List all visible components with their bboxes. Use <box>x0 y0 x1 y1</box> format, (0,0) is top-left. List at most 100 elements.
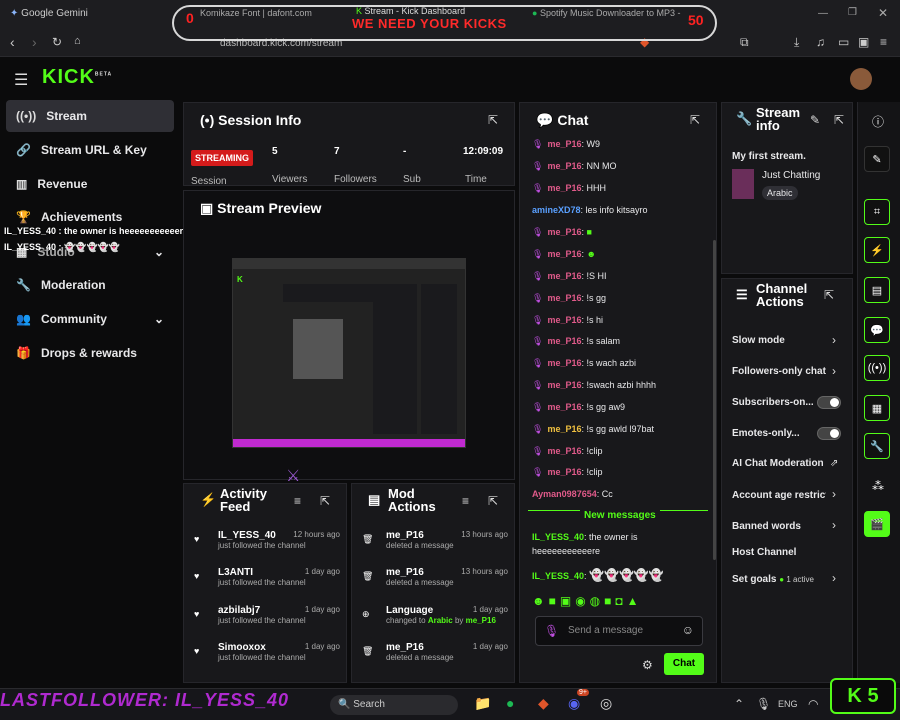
spotify-icon[interactable]: ● <box>506 695 514 711</box>
back-icon[interactable]: ‹ <box>10 34 15 50</box>
taskbar-search[interactable]: 🔍 Search <box>330 695 458 715</box>
sidebar-item-community[interactable]: 👥 Community ⌄ <box>6 303 174 335</box>
extensions-icon[interactable]: ⧉ <box>740 35 749 50</box>
mod-action-item[interactable]: ⊕ Language changed to Arabic by me_P16 1 da… <box>362 605 508 625</box>
kick-logo[interactable]: KICKBETA <box>42 66 112 89</box>
music-icon[interactable]: ♫ <box>816 35 825 49</box>
popout-icon[interactable]: ⇱ <box>488 494 498 508</box>
rail-button-capture[interactable]: ⌗ <box>864 199 890 225</box>
chat-message[interactable]: 🎙 me_P16: !s gg <box>532 293 606 304</box>
info-icon[interactable]: ⓘ <box>872 113 884 130</box>
subscribers-only-toggle[interactable] <box>817 396 841 409</box>
chat-input[interactable]: 🎙 Send a message ☺ <box>535 616 703 646</box>
chat-message[interactable]: 🎙 me_P16: !s wach azbi <box>532 358 636 369</box>
chat-scrollbar[interactable] <box>713 240 716 560</box>
reload-icon[interactable]: ↻ <box>52 35 62 49</box>
chat-message[interactable]: 🎙 me_P16: !s salam <box>532 336 620 347</box>
nodes-icon[interactable]: ⁂ <box>872 479 884 493</box>
language-indicator[interactable]: ENG <box>778 699 798 709</box>
download-icon[interactable]: ⤓ <box>794 35 799 50</box>
tray-chevron-icon[interactable]: ⌃ <box>734 697 744 711</box>
chat-message[interactable]: 🎙 me_P16: !clip <box>532 467 602 478</box>
host-channel-item[interactable]: Host Channel <box>732 547 842 558</box>
followers-only-item[interactable]: Followers-only chat <box>732 366 826 377</box>
wifi-icon[interactable]: ◠ <box>808 697 818 711</box>
rail-button-document[interactable]: ▤ <box>864 277 890 303</box>
chevron-right-icon[interactable]: › <box>832 518 836 532</box>
emoji-icon[interactable]: ☺ <box>682 623 694 637</box>
activity-item[interactable]: ♥ L3ANTI just followed the channel 1 day ag… <box>194 567 340 587</box>
obs-icon[interactable]: ◎ <box>600 695 612 712</box>
minimize-button[interactable]: — <box>818 8 828 19</box>
discord-icon[interactable]: ◉ <box>568 695 580 712</box>
chat-message[interactable]: 🎙 me_P16: W9 <box>532 139 600 150</box>
rail-button-wrench[interactable]: 🔧 <box>864 433 890 459</box>
sidebar-toggle-icon[interactable]: ▭ <box>838 35 849 49</box>
chat-message[interactable]: 🎙 me_P16: NN MO <box>532 161 616 172</box>
sidebar-item-moderation[interactable]: 🔧 Moderation <box>6 269 174 301</box>
chat-message[interactable]: 🎙 me_P16: HHH <box>532 183 606 194</box>
chat-message[interactable]: IL_YESS_40: 👻👻👻👻👻 <box>532 568 664 582</box>
filter-icon[interactable]: ≡ <box>462 494 469 508</box>
forward-icon[interactable]: › <box>32 34 37 50</box>
chevron-right-icon[interactable]: › <box>832 364 836 378</box>
chat-message[interactable]: 🎙 me_P16: !clip <box>532 446 602 457</box>
chat-message[interactable]: 🎙 me_P16: !swach azbi hhhh <box>532 380 656 391</box>
rail-button-stream[interactable]: ((•)) <box>864 355 890 381</box>
popout-icon[interactable]: ⇱ <box>824 288 834 302</box>
edit-rail-button[interactable]: ✎ <box>864 146 890 172</box>
popout-icon[interactable]: ⇱ <box>488 113 498 127</box>
chat-message[interactable]: IL_YESS_40: the owner is <box>532 532 638 542</box>
popout-icon[interactable]: ⇱ <box>320 494 330 508</box>
emotes-only-toggle[interactable] <box>817 427 841 440</box>
sidebar-item-stream[interactable]: ((•)) Stream <box>6 100 174 132</box>
chevron-right-icon[interactable]: › <box>832 487 836 501</box>
chevron-right-icon[interactable]: › <box>832 333 836 347</box>
popout-icon[interactable]: ⇱ <box>690 113 700 127</box>
gear-icon[interactable]: ⚙ <box>642 658 653 672</box>
chat-message[interactable]: Ayman0987654: Cc <box>532 489 613 499</box>
edit-icon[interactable]: ✎ <box>810 113 820 127</box>
folder-icon[interactable]: 📁 <box>474 695 491 712</box>
mic-icon[interactable]: 🎙 <box>756 697 771 711</box>
slow-mode-item[interactable]: Slow mode <box>732 335 842 346</box>
popout-icon[interactable]: ⇱ <box>834 113 844 127</box>
rail-button-clip[interactable]: 🎬 <box>864 511 890 537</box>
wallet-icon[interactable]: ▣ <box>858 35 869 49</box>
banned-words-item[interactable]: Banned words <box>732 521 842 532</box>
activity-item[interactable]: ♥ azbilabj7 just followed the channel 1 day… <box>194 605 340 625</box>
avatar[interactable] <box>850 68 872 90</box>
chat-message[interactable]: 🎙 me_P16: ☻ <box>532 249 596 260</box>
hamburger-icon[interactable]: ☰ <box>14 70 28 90</box>
close-window-button[interactable]: ✕ <box>878 6 888 20</box>
rail-button-layout[interactable]: ▦ <box>864 395 890 421</box>
emote-bar[interactable]: ☻■▣◉◍■◘▲ <box>532 594 643 608</box>
chevron-right-icon[interactable]: › <box>832 571 836 585</box>
emotes-only-item[interactable]: Emotes-only... <box>732 428 808 439</box>
stream-preview-video[interactable]: K <box>232 258 466 448</box>
activity-item[interactable]: ♥ IL_YESS_40 just followed the channel 12 h… <box>194 530 340 550</box>
chat-send-button[interactable]: Chat <box>664 653 704 675</box>
rail-button-bolt[interactable]: ⚡ <box>864 237 890 263</box>
maximize-button[interactable]: ❐ <box>848 7 857 18</box>
tab-gemini[interactable]: ✦ Google Gemini <box>10 8 88 19</box>
set-goals-item[interactable]: Set goals ● 1 active <box>732 574 842 585</box>
chat-message[interactable]: 🎙 me_P16: !s gg aw9 <box>532 402 625 413</box>
mod-action-item[interactable]: 🗑 me_P16 deleted a message 13 hours ago <box>362 567 508 587</box>
chat-message[interactable]: 🎙 me_P16: !s hi <box>532 315 603 326</box>
sidebar-item-drops[interactable]: 🎁 Drops & rewards <box>6 337 174 369</box>
account-age-item[interactable]: Account age restrictions <box>732 490 826 501</box>
filter-icon[interactable]: ≡ <box>294 494 301 508</box>
chat-message[interactable]: 🎙 me_P16: !S HI <box>532 271 606 282</box>
external-link-icon[interactable]: ⇗ <box>830 458 838 469</box>
chat-message[interactable]: amineXD78: les info kitsayro <box>532 205 648 215</box>
activity-item[interactable]: ♥ Simooxox just followed the channel 1 day … <box>194 642 340 662</box>
ai-moderation-item[interactable]: AI Chat Moderation <box>732 458 828 469</box>
rail-button-chat[interactable]: 💬 <box>864 317 890 343</box>
subscribers-only-item[interactable]: Subscribers-on... <box>732 397 816 408</box>
sidebar-item-stream-url[interactable]: 🔗 Stream URL & Key <box>6 134 174 166</box>
menu-icon[interactable]: ≡ <box>880 35 887 49</box>
home-icon[interactable]: ⌂ <box>74 35 81 47</box>
mod-action-item[interactable]: 🗑 me_P16 deleted a message 1 day ago <box>362 642 508 662</box>
brave-icon[interactable]: ◆ <box>538 695 549 712</box>
